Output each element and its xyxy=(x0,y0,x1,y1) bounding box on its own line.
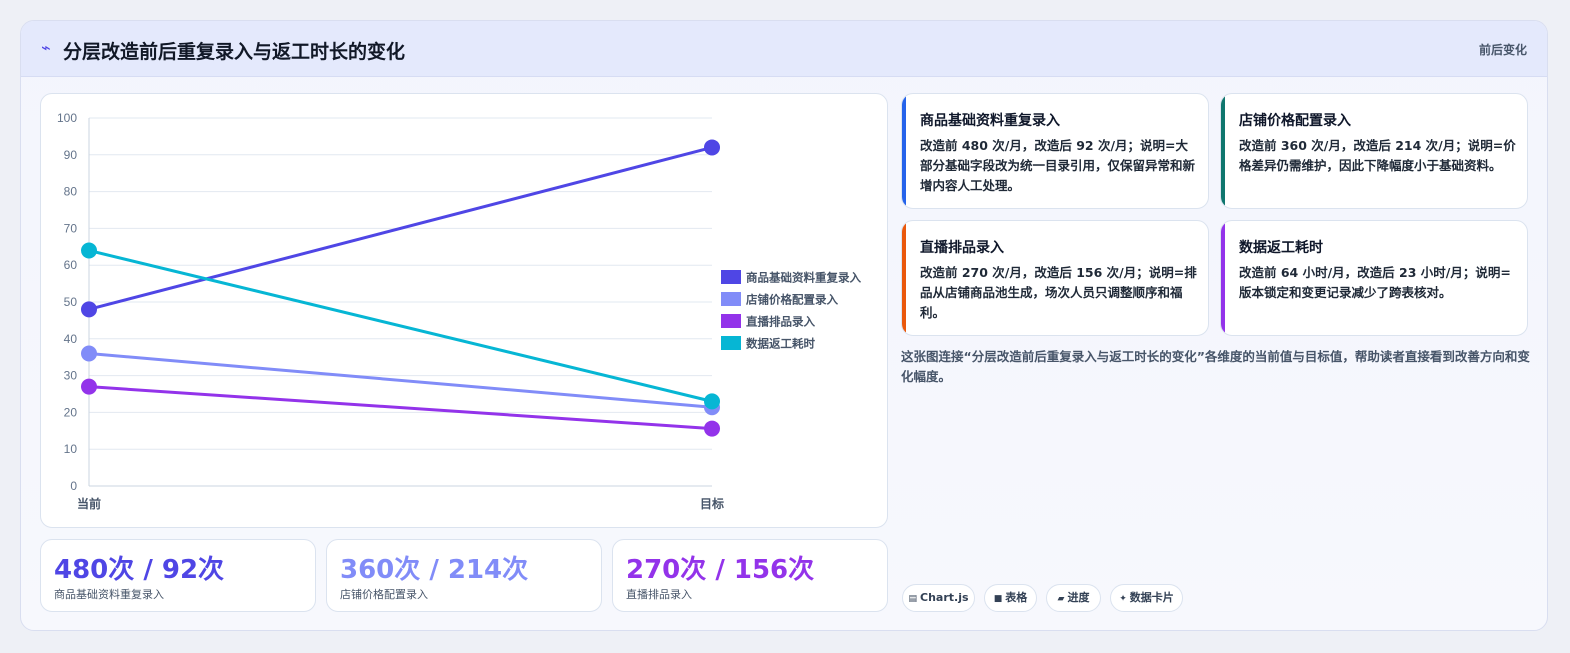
stat-card-2: 270次 / 156次 直播排品录入 xyxy=(612,539,888,612)
y-tick-label: 30 xyxy=(64,369,78,383)
y-tick-label: 0 xyxy=(70,479,77,493)
legend-swatch xyxy=(721,314,741,328)
legend-swatch xyxy=(721,292,741,306)
line-chart: 0 10 20 30 40 50 60 70 80 90 100 当前 目标 商品基础资料重复录入店铺价格… xyxy=(57,111,862,511)
series-line xyxy=(88,249,713,403)
y-tick-label: 10 xyxy=(64,442,78,456)
legend-label: 商品基础资料重复录入 xyxy=(746,271,861,285)
progress-icon: ▰ xyxy=(1057,594,1065,604)
page-title: 分层改造前后重复录入与返工时长的变化 xyxy=(63,41,406,63)
y-tick-label: 60 xyxy=(64,258,78,272)
card-accent xyxy=(902,221,906,335)
data-point xyxy=(81,345,97,362)
data-point xyxy=(704,139,720,156)
info-card-body: 改造前 480 次/月，改造后 92 次/月；说明=大部分基础字段改为统一目录引… xyxy=(920,138,1196,193)
y-tick-label: 80 xyxy=(64,185,78,199)
info-card-2: 直播排品录入 改造前 270 次/月，改造后 156 次/月；说明=排品从店铺商… xyxy=(901,220,1209,336)
stat-label: 店铺价格配置录入 xyxy=(340,588,428,601)
info-card-title: 店铺价格配置录入 xyxy=(1239,113,1351,129)
x-tick-label: 目标 xyxy=(700,496,724,511)
y-tick-label: 50 xyxy=(64,295,78,309)
legend-swatch xyxy=(721,336,741,350)
data-point xyxy=(81,378,97,395)
chip-label: 表格 xyxy=(1005,591,1028,604)
main-card: ⌁ 分层改造前后重复录入与返工时长的变化 前后变化 0 10 20 30 40 50 60 7… xyxy=(20,20,1548,631)
legend-label: 店铺价格配置录入 xyxy=(746,293,838,307)
card-accent xyxy=(1221,94,1225,208)
data-point xyxy=(704,393,720,410)
data-point xyxy=(704,420,720,437)
info-card-title: 直播排品录入 xyxy=(920,240,1004,256)
x-tick-label: 当前 xyxy=(77,496,101,511)
y-tick-label: 20 xyxy=(64,405,78,419)
chip-label: 进度 xyxy=(1067,591,1090,604)
series-line xyxy=(88,352,713,409)
data-point xyxy=(81,301,97,318)
info-card-body: 改造前 360 次/月，改造后 214 次/月；说明=价格差异仍需维护，因此下降… xyxy=(1239,138,1516,173)
table-icon: ▤ xyxy=(908,594,917,604)
chart-caption: 这张图连接“分层改造前后重复录入与返工时长的变化”各维度的当前值与目标值，帮助读… xyxy=(901,349,1530,384)
chip-data-card[interactable]: ✦ 数据卡片 xyxy=(1110,584,1183,612)
card-accent xyxy=(902,94,906,208)
stat-label: 直播排品录入 xyxy=(626,588,692,601)
y-tick-label: 100 xyxy=(57,111,77,125)
header-tag: 前后变化 xyxy=(1478,43,1527,57)
data-point xyxy=(81,242,97,259)
stat-card-1: 360次 / 214次 店铺价格配置录入 xyxy=(326,539,602,612)
legend-label: 直播排品录入 xyxy=(746,315,815,329)
card-accent xyxy=(1221,221,1225,335)
chip-label: 数据卡片 xyxy=(1129,591,1174,604)
info-card-title: 商品基础资料重复录入 xyxy=(920,113,1060,129)
stat-card-0: 480次 / 92次 商品基础资料重复录入 xyxy=(40,539,316,612)
y-tick-label: 40 xyxy=(64,332,78,346)
chart-panel: 0 10 20 30 40 50 60 70 80 90 100 当前 目标 商品基础资料重复录入 店铺价格… xyxy=(40,93,888,528)
y-tick-label: 90 xyxy=(64,148,78,162)
info-card-3: 数据返工耗时 改造前 64 小时/月，改造后 23 小时/月；说明=版本锁定和变… xyxy=(1220,220,1528,336)
legend-swatch xyxy=(721,270,741,284)
info-card-title: 数据返工耗时 xyxy=(1239,240,1323,256)
stat-value: 360次 / 214次 xyxy=(340,555,529,585)
stat-value: 270次 / 156次 xyxy=(626,555,815,585)
sparkle-icon: ✦ xyxy=(1119,594,1127,604)
grid-icon: ■ xyxy=(993,594,1003,604)
chip-chartjs[interactable]: ▤ Chart.js xyxy=(902,584,975,612)
info-card-body: 改造前 270 次/月，改造后 156 次/月；说明=排品从店铺商品池生成，场次… xyxy=(920,265,1197,320)
info-card-body: 改造前 64 小时/月，改造后 23 小时/月；说明=版本锁定和变更记录减少了跨… xyxy=(1239,265,1511,300)
info-card-1: 店铺价格配置录入 改造前 360 次/月，改造后 214 次/月；说明=价格差异… xyxy=(1220,93,1528,209)
info-card-0: 商品基础资料重复录入 改造前 480 次/月，改造后 92 次/月；说明=大部分… xyxy=(901,93,1209,209)
chart-line-icon: ⌁ xyxy=(41,38,51,57)
legend-label: 数据返工耗时 xyxy=(746,337,815,351)
chip-label: Chart.js xyxy=(920,591,969,604)
stat-value: 480次 / 92次 xyxy=(54,555,225,585)
series-line xyxy=(88,385,713,431)
chip-table[interactable]: ■ 表格 xyxy=(984,584,1037,612)
stat-label: 商品基础资料重复录入 xyxy=(54,588,164,601)
card-header: ⌁ 分层改造前后重复录入与返工时长的变化 前后变化 xyxy=(21,21,1547,77)
y-tick-label: 70 xyxy=(64,221,78,235)
chip-progress[interactable]: ▰ 进度 xyxy=(1046,584,1101,612)
